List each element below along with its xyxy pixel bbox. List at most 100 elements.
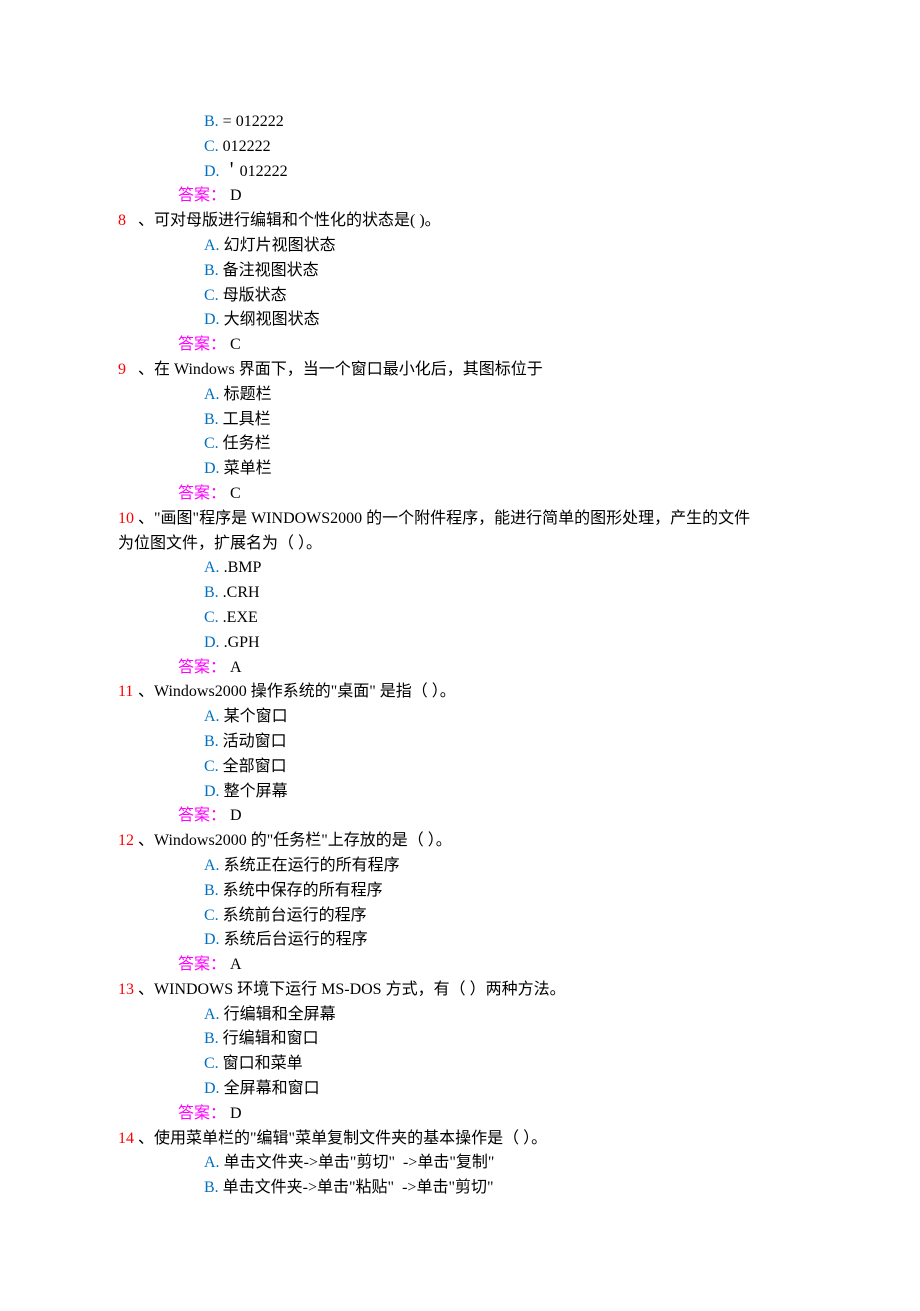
option-letter: B. [204,882,223,899]
option-letter: B. [204,262,223,279]
q10-option-b: B. .CRH [118,581,800,606]
answer-value: D [230,807,242,824]
option-text: 大纲视图状态 [224,311,320,328]
option-text: 工具栏 [223,411,271,428]
option-text: 全屏幕和窗口 [224,1080,320,1097]
option-text: 标题栏 [224,386,272,403]
q9-option-a: A. 标题栏 [118,383,800,408]
option-letter: B. [204,733,223,750]
option-text: 任务栏 [223,435,271,452]
answer-value: D [230,1105,242,1122]
answer-label: 答案： [178,659,226,676]
option-letter: D. [204,1080,224,1097]
answer-label: 答案： [178,485,226,502]
option-letter: A. [204,857,224,874]
answer-value: C [230,485,241,502]
option-letter: C. [204,287,223,304]
option-text: 系统前台运行的程序 [223,907,367,924]
question-text: WINDOWS 环境下运行 MS-DOS 方式，有（ ）两种方法。 [154,978,566,1003]
option-text: .EXE [223,609,258,626]
option-letter: A. [204,237,224,254]
option-text: 单击文件夹->单击"剪切" ->单击"复制" [224,1154,495,1171]
option-letter: B. [204,113,223,130]
option-text: = 012222 [223,113,284,130]
q9-option-b: B. 工具栏 [118,408,800,433]
q11-option-d: D. 整个屏幕 [118,780,800,805]
option-letter: A. [204,1006,224,1023]
option-letter: B. [204,1030,223,1047]
option-text: 整个屏幕 [224,783,288,800]
option-text: 幻灯片视图状态 [224,237,336,254]
question-text: 为位图文件，扩展名为（ ）。 [118,535,322,552]
option-text: 全部窗口 [223,758,287,775]
option-letter: C. [204,435,223,452]
q12-option-d: D. 系统后台运行的程序 [118,928,800,953]
q8-option-d: D. 大纲视图状态 [118,308,800,333]
option-letter: C. [204,758,223,775]
answer-value: A [230,956,242,973]
option-text: 窗口和菜单 [223,1055,303,1072]
q12-option-c: C. 系统前台运行的程序 [118,904,800,929]
q12-stem: 12、 Windows2000 的"任务栏"上存放的是（ ）。 [118,829,800,854]
option-text: 行编辑和窗口 [223,1030,319,1047]
option-text: 活动窗口 [223,733,287,750]
q11-option-c: C. 全部窗口 [118,755,800,780]
option-text: .BMP [224,559,262,576]
question-text: "画图"程序是 WINDOWS2000 的一个附件程序，能进行简单的图形处理，产… [154,507,750,532]
q7-answer: 答案： D [118,184,800,209]
answer-label: 答案： [178,336,226,353]
q9-answer: 答案： C [118,482,800,507]
q13-option-b: B. 行编辑和窗口 [118,1027,800,1052]
q8-option-b: B. 备注视图状态 [118,259,800,284]
q9-stem: 9、 在 Windows 界面下，当一个窗口最小化后，其图标位于 [118,358,800,383]
option-letter: A. [204,386,224,403]
option-letter: A. [204,708,224,725]
question-number: 10 [118,507,138,532]
q13-option-d: D. 全屏幕和窗口 [118,1077,800,1102]
q11-option-b: B. 活动窗口 [118,730,800,755]
option-text: 012222 [223,138,271,155]
separator: 、 [138,209,154,234]
option-letter: C. [204,138,223,155]
separator: 、 [138,829,154,854]
option-text: 备注视图状态 [223,262,319,279]
q13-option-c: C. 窗口和菜单 [118,1052,800,1077]
q9-option-c: C. 任务栏 [118,432,800,457]
answer-label: 答案： [178,807,226,824]
option-text: 单击文件夹->单击"粘贴" ->单击"剪切" [223,1179,494,1196]
q7-option-c: C. 012222 [118,135,800,160]
option-letter: A. [204,559,224,576]
q13-answer: 答案： D [118,1102,800,1127]
q7-option-d: D. ＇012222 [118,160,800,185]
q9-option-d: D. 菜单栏 [118,457,800,482]
option-letter: D. [204,460,224,477]
q13-stem: 13、 WINDOWS 环境下运行 MS-DOS 方式，有（ ）两种方法。 [118,978,800,1003]
option-text: 系统正在运行的所有程序 [224,857,400,874]
option-text: 某个窗口 [224,708,288,725]
question-text: 使用菜单栏的"编辑"菜单复制文件夹的基本操作是（ ）。 [154,1127,547,1152]
q14-stem: 14、 使用菜单栏的"编辑"菜单复制文件夹的基本操作是（ ）。 [118,1127,800,1152]
separator: 、 [138,507,154,532]
q10-stem-line2: 为位图文件，扩展名为（ ）。 [118,532,800,557]
separator: 、 [138,978,154,1003]
option-text: ＇012222 [224,163,288,180]
q13-option-a: A. 行编辑和全屏幕 [118,1003,800,1028]
q12-option-a: A. 系统正在运行的所有程序 [118,854,800,879]
q8-option-a: A. 幻灯片视图状态 [118,234,800,259]
question-text: Windows2000 的"任务栏"上存放的是（ ）。 [154,829,452,854]
q10-stem-line1: 10、 "画图"程序是 WINDOWS2000 的一个附件程序，能进行简单的图形… [118,507,800,532]
separator: 、 [138,358,154,383]
option-letter: D. [204,163,224,180]
question-number: 13 [118,978,138,1003]
option-text: 母版状态 [223,287,287,304]
separator: 、 [138,1127,154,1152]
option-letter: D. [204,311,224,328]
option-letter: D. [204,634,224,651]
question-number: 12 [118,829,138,854]
q10-option-a: A. .BMP [118,556,800,581]
option-text: 菜单栏 [224,460,272,477]
question-number: 9 [118,358,138,383]
q8-answer: 答案： C [118,333,800,358]
option-letter: D. [204,783,224,800]
option-text: 系统后台运行的程序 [224,931,368,948]
